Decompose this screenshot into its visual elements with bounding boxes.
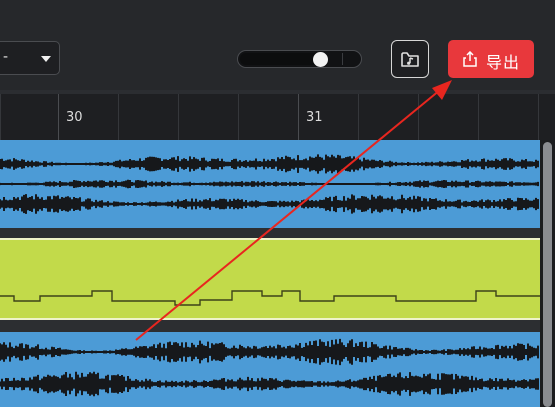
pitch-clip[interactable]	[0, 238, 540, 320]
ruler-label-31: 31	[306, 110, 323, 125]
ruler-tick	[0, 94, 1, 140]
export-button-label: 导出	[486, 53, 521, 72]
zoom-slider-knob[interactable]	[313, 52, 328, 67]
dropdown-value: -	[3, 49, 9, 65]
vertical-scrollbar[interactable]	[540, 140, 555, 407]
track-gap	[0, 324, 540, 332]
ruler-tick	[358, 94, 359, 140]
export-button[interactable]: 导出	[448, 40, 534, 78]
audio-track-lower[interactable]	[0, 332, 540, 407]
ruler-tick	[418, 94, 419, 140]
timeline-ruler[interactable]: 30 31	[0, 90, 555, 140]
waveform	[0, 338, 539, 397]
ruler-tick	[538, 94, 539, 140]
ruler-tick	[478, 94, 479, 140]
ruler-tick	[118, 94, 119, 140]
ruler-tick-major	[58, 94, 59, 140]
ruler-tick-major	[298, 94, 299, 140]
open-music-folder-button[interactable]	[391, 40, 429, 78]
ruler-tick	[238, 94, 239, 140]
ruler-label-30: 30	[66, 110, 83, 125]
pitch-track[interactable]	[0, 234, 540, 324]
ruler-tick	[178, 94, 179, 140]
caret-down-icon	[41, 56, 51, 62]
waveform	[0, 154, 539, 214]
pitch-line	[0, 290, 540, 306]
zoom-slider-fill	[240, 53, 321, 65]
scrollbar-thumb[interactable]	[543, 142, 552, 407]
zoom-slider[interactable]	[237, 50, 362, 68]
toolbar: - 导出	[0, 0, 555, 90]
audio-track-upper[interactable]	[0, 140, 540, 228]
track-select-dropdown[interactable]: -	[0, 41, 60, 75]
zoom-slider-divider	[342, 53, 343, 65]
share-upload-icon	[463, 51, 477, 67]
music-folder-icon	[401, 52, 419, 67]
